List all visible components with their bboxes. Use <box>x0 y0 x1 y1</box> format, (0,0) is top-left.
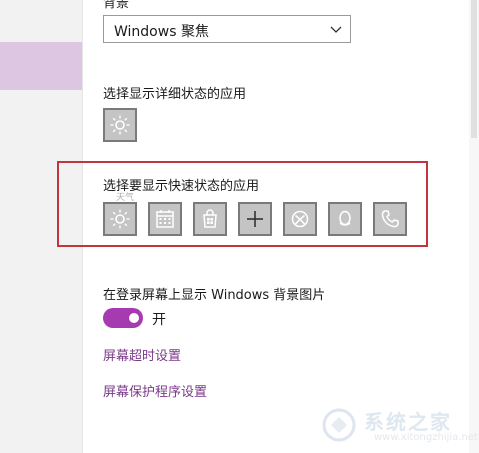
screen-timeout-settings-link[interactable]: 屏幕超时设置 <box>103 345 181 364</box>
detailed-status-label: 选择显示详细状态的应用 <box>103 87 247 102</box>
chevron-down-icon <box>330 26 342 33</box>
toggle-state-text: 开 <box>152 312 166 328</box>
phone-icon <box>381 210 399 228</box>
quick-status-app-tile-6[interactable] <box>328 202 362 236</box>
weather-tile-caption: 天气 <box>116 193 135 203</box>
background-dropdown-value: Windows 聚焦 <box>114 24 209 40</box>
scrollbar[interactable] <box>469 0 479 453</box>
background-section-title: 背景 <box>103 0 130 11</box>
watermark-text: 系统之家 <box>364 410 452 434</box>
toggle-knob <box>129 313 139 323</box>
quick-status-app-tile-7[interactable] <box>373 202 407 236</box>
watermark: 系统之家 www.xitongzhijia.net <box>316 404 478 450</box>
quick-status-app-tile-4[interactable] <box>238 202 272 236</box>
plus-icon <box>247 211 263 227</box>
quick-status-app-tile-2[interactable] <box>148 202 182 236</box>
store-icon <box>203 209 217 228</box>
calendar-icon <box>156 210 174 228</box>
quick-status-app-tile-1[interactable] <box>103 202 137 236</box>
weather-sun-icon <box>110 115 130 135</box>
watermark-url: www.xitongzhijia.net <box>374 432 478 443</box>
background-dropdown[interactable]: Windows 聚焦 <box>103 15 351 43</box>
screensaver-settings-link[interactable]: 屏幕保护程序设置 <box>103 381 207 400</box>
lockscreen-background-label: 在登录屏幕上显示 Windows 背景图片 <box>103 288 326 303</box>
qq-penguin-icon <box>339 210 351 226</box>
weather-sun-icon <box>110 209 130 229</box>
watermark-logo-icon <box>322 408 356 442</box>
left-nav-selected-item[interactable] <box>0 42 82 90</box>
scrollbar-thumb[interactable] <box>471 0 477 138</box>
lockscreen-background-toggle[interactable] <box>103 308 143 328</box>
quick-status-app-tile-3[interactable] <box>193 202 227 236</box>
xbox-icon <box>291 210 309 228</box>
quick-status-app-tile-5[interactable] <box>283 202 317 236</box>
detailed-status-app-tile[interactable] <box>103 108 137 142</box>
